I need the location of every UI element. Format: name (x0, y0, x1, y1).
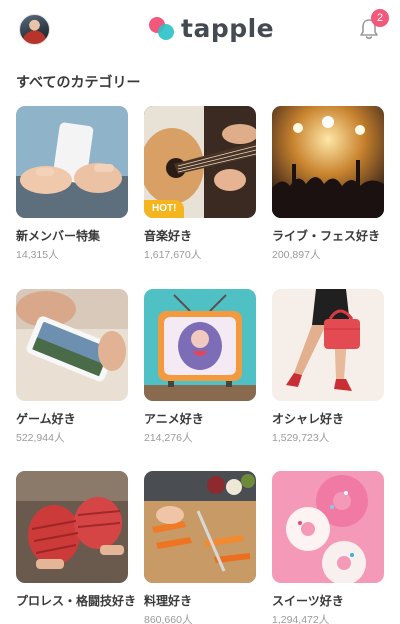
user-avatar[interactable] (19, 14, 50, 45)
category-card-cooking[interactable]: 料理好き 860,660人 (144, 471, 256, 624)
category-name: 料理好き (144, 594, 193, 608)
app-header: tapple 2 (0, 0, 400, 56)
category-name: ライブ・フェス好き (272, 229, 381, 243)
category-member-count: 522,944人 (16, 432, 65, 444)
category-member-count: 1,617,670人 (144, 249, 202, 261)
phone-game-photo-icon (16, 289, 128, 401)
concert-crowd-photo-icon (272, 106, 384, 218)
notification-badge: 2 (371, 9, 389, 27)
tapple-logo: tapple (149, 12, 274, 44)
category-card-pro-wrestling[interactable]: プロレス・格闘技好き (16, 471, 137, 612)
category-member-count: 200,897人 (272, 249, 321, 261)
category-name: 新メンバー特集 (16, 229, 101, 243)
logo-mark-icon (149, 15, 175, 41)
boxing-wraps-photo-icon (16, 471, 128, 583)
category-card-live-fes[interactable]: ライブ・フェス好き 200,897人 (272, 106, 384, 262)
smartphone-hands-photo-icon (16, 106, 128, 218)
logo-text: tapple (181, 13, 275, 43)
category-name: プロレス・格闘技好き (16, 594, 137, 608)
category-card-games[interactable]: ゲーム好き 522,944人 (16, 289, 128, 445)
category-name: オシャレ好き (272, 412, 345, 426)
guitar-photo-icon: HOT! (144, 106, 256, 218)
category-name: スイーツ好き (272, 594, 344, 608)
category-name: ゲーム好き (16, 412, 76, 426)
section-title: すべてのカテゴリー (16, 75, 141, 91)
category-name: 音楽好き (144, 229, 193, 243)
category-member-count: 1,529,723人 (272, 432, 330, 444)
category-member-count: 14,315人 (16, 249, 59, 261)
retro-tv-photo-icon (144, 289, 256, 401)
category-member-count: 214,276人 (144, 432, 193, 444)
category-member-count: 1,294,472人 (272, 614, 330, 624)
donuts-photo-icon (272, 471, 384, 583)
fashion-bag-photo-icon (272, 289, 384, 401)
hot-badge: HOT! (144, 200, 185, 218)
cooking-carrots-photo-icon (144, 471, 256, 583)
category-card-music[interactable]: HOT! 音楽好き 1,617,670人 (144, 106, 256, 262)
category-member-count: 860,660人 (144, 614, 193, 624)
category-name: アニメ好き (144, 412, 204, 426)
category-card-fashion[interactable]: オシャレ好き 1,529,723人 (272, 289, 384, 445)
category-card-sweets[interactable]: スイーツ好き 1,294,472人 (272, 471, 384, 624)
category-card-new-members[interactable]: 新メンバー特集 14,315人 (16, 106, 128, 262)
category-card-anime[interactable]: アニメ好き 214,276人 (144, 289, 256, 445)
